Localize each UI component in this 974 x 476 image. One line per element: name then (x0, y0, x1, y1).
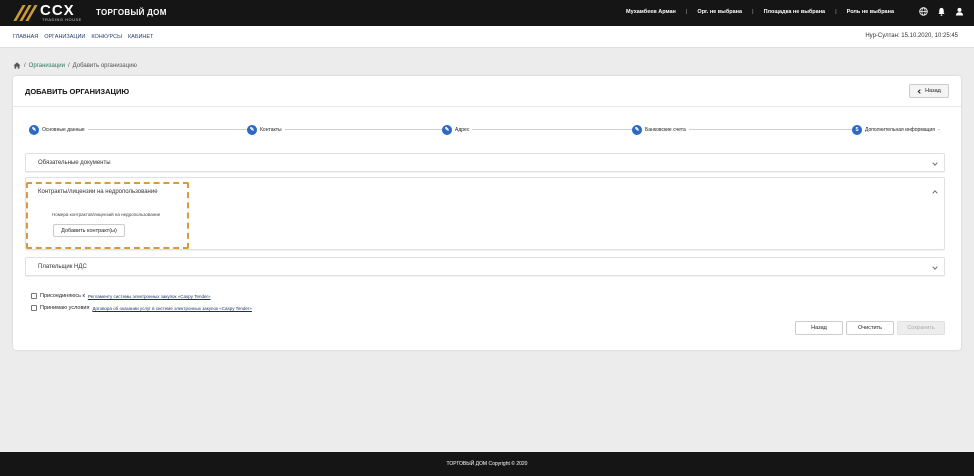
agreement-regulations-checkbox[interactable] (31, 293, 37, 299)
nav-item-organizations[interactable]: ОРГАНИЗАЦИИ (44, 34, 85, 40)
footer: ТОРГОВЫЙ ДОМ Copyright © 2020 (0, 452, 974, 476)
separator: | (835, 9, 837, 15)
step-label: Контакты (260, 127, 282, 133)
step-label: Дополнительная информация (865, 127, 935, 133)
copyright: ТОРГОВЫЙ ДОМ Copyright © 2020 (446, 461, 528, 467)
main-nav: ГЛАВНАЯ ОРГАНИЗАЦИИ КОНКУРСЫ КАБИНЕТ Нур… (0, 26, 974, 48)
panel-label: Обязательные документы (38, 160, 111, 166)
nav-item-tenders[interactable]: КОНКУРСЫ (91, 34, 122, 40)
globe-icon[interactable] (919, 7, 928, 16)
role-selector[interactable]: Роль не выбрана (847, 9, 894, 15)
pencil-icon: ✎ (29, 125, 39, 135)
agreement-prefix: Принимаю условия (40, 305, 90, 311)
agreement-contract-checkbox[interactable] (31, 305, 37, 311)
top-bar: CCX TRADING HOUSE ТОРГОВЫЙ ДОМ Мухамбеев… (0, 0, 974, 26)
panel-label: Плательщик НДС (38, 264, 87, 270)
back-button-label: Назад (925, 88, 941, 94)
step-address[interactable]: ✎ Адрес (442, 125, 473, 135)
pencil-icon: ✎ (247, 125, 257, 135)
nav-menu: ГЛАВНАЯ ОРГАНИЗАЦИИ КОНКУРСЫ КАБИНЕТ (13, 34, 153, 40)
org-selector[interactable]: Орг. не выбрана (697, 9, 742, 15)
separator: | (752, 9, 754, 15)
step-basic-data[interactable]: ✎ Основные данные (29, 125, 88, 135)
step-label: Основные данные (42, 127, 85, 133)
chevron-up-icon[interactable] (932, 190, 938, 194)
step-bank-accounts[interactable]: ✎ Банковские счета (632, 125, 689, 135)
clear-button[interactable]: Очистить (846, 321, 894, 335)
stepper: ✎ Основные данные ✎ Контакты ✎ Адрес ✎ Б… (29, 125, 945, 135)
panel-vat-payer[interactable]: Плательщик НДС (25, 257, 945, 276)
user-icon[interactable] (955, 7, 964, 16)
save-button[interactable]: Сохранить (897, 321, 945, 335)
chevron-down-icon[interactable] (932, 266, 938, 270)
add-organization-card: ДОБАВИТЬ ОРГАНИЗАЦИЮ Назад ✎ Основные да… (13, 76, 961, 350)
breadcrumb-organizations[interactable]: Организации (29, 63, 65, 69)
step-number: 5 (852, 125, 862, 135)
step-additional-info[interactable]: 5 Дополнительная информация (852, 125, 938, 135)
regulations-link[interactable]: Регламенту системы электронных закупок «… (88, 294, 211, 299)
logo[interactable]: CCX TRADING HOUSE (13, 2, 88, 23)
contracts-field-label: Номера контрактов/лицензий на недропольз… (52, 212, 161, 217)
user-name[interactable]: Мухамбеев Арман (626, 9, 676, 15)
pencil-icon: ✎ (632, 125, 642, 135)
nav-item-home[interactable]: ГЛАВНАЯ (13, 34, 38, 40)
datetime: Нур-Султан: 15.10.2020, 10:25:45 (865, 33, 958, 39)
header-icons (919, 7, 964, 16)
logo-subtext: TRADING HOUSE (42, 17, 82, 22)
brand-title: ТОРГОВЫЙ ДОМ (96, 8, 167, 17)
add-contract-button[interactable]: Добавить контракт(ы) (53, 224, 125, 237)
user-context: Мухамбеев Арман | Орг. не выбрана | Площ… (626, 9, 894, 15)
breadcrumb-separator: / (24, 62, 26, 69)
stepper-line (34, 129, 940, 130)
step-label: Банковские счета (645, 127, 686, 133)
agreement-contract-row: Принимаю условия Договора об оказании ус… (31, 305, 252, 311)
breadcrumb: / Организации / Добавить организацию (13, 62, 137, 69)
divider (13, 106, 961, 107)
platform-selector[interactable]: Площадка не выбрана (764, 9, 826, 15)
step-contacts[interactable]: ✎ Контакты (247, 125, 285, 135)
breadcrumb-current: Добавить организацию (72, 62, 137, 69)
panel-required-documents[interactable]: Обязательные документы (25, 153, 945, 172)
page-title: ДОБАВИТЬ ОРГАНИЗАЦИЮ (25, 87, 130, 96)
agreement-regulations-row: Присоединяюсь к Регламенту системы элект… (31, 293, 210, 299)
chevron-left-icon (917, 88, 921, 94)
back-button[interactable]: Назад (795, 321, 843, 335)
bell-icon[interactable] (937, 7, 946, 16)
step-label: Адрес (455, 127, 470, 133)
nav-item-cabinet[interactable]: КАБИНЕТ (128, 34, 153, 40)
chevron-down-icon[interactable] (932, 162, 938, 166)
contract-link[interactable]: Договора об оказании услуг в системе эле… (92, 306, 251, 311)
back-button-top[interactable]: Назад (909, 84, 949, 98)
agreement-prefix: Присоединяюсь к (40, 293, 85, 299)
breadcrumb-separator: / (67, 62, 70, 69)
pencil-icon: ✎ (442, 125, 452, 135)
home-icon[interactable] (13, 62, 21, 69)
separator: | (685, 9, 688, 15)
